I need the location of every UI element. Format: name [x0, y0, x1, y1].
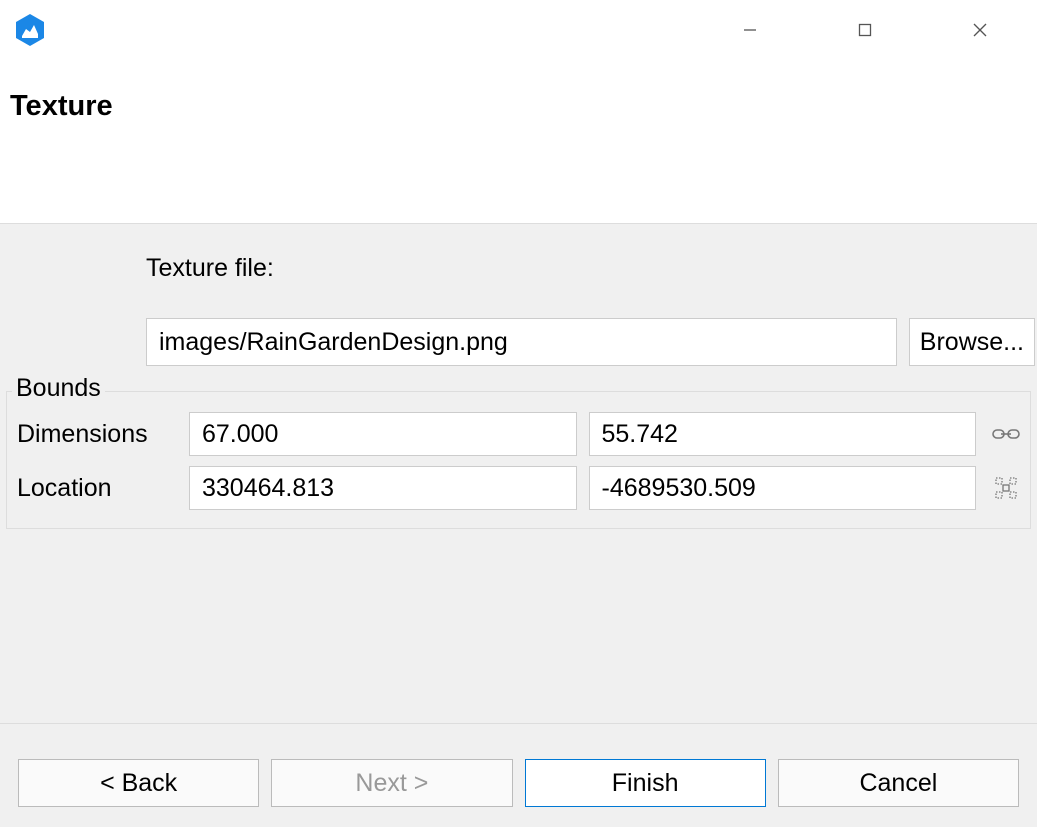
close-button[interactable]	[922, 0, 1037, 60]
location-label: Location	[17, 474, 177, 503]
maximize-button[interactable]	[807, 0, 922, 60]
page-title: Texture	[10, 90, 1027, 123]
back-button[interactable]: < Back	[18, 759, 259, 807]
dimensions-height-input[interactable]	[589, 412, 977, 456]
window-controls	[692, 0, 1037, 60]
location-x-input[interactable]	[189, 466, 577, 510]
location-y-input[interactable]	[589, 466, 977, 510]
dimensions-width-input[interactable]	[189, 412, 577, 456]
next-button: Next >	[271, 759, 512, 807]
content-area: Texture file: Browse... Bounds Dimension…	[0, 224, 1037, 723]
titlebar	[0, 0, 1037, 60]
link-dimensions-button[interactable]	[988, 416, 1024, 452]
bounds-fieldset: Bounds Dimensions Lo	[6, 391, 1031, 529]
footer-buttons: < Back Next > Finish Cancel	[0, 724, 1037, 827]
minimize-button[interactable]	[692, 0, 807, 60]
finish-button[interactable]: Finish	[525, 759, 766, 807]
browse-button[interactable]: Browse...	[909, 318, 1035, 366]
header-section: Texture	[0, 60, 1037, 223]
texture-file-input[interactable]	[146, 318, 897, 366]
dimensions-label: Dimensions	[17, 420, 177, 449]
texture-file-label: Texture file:	[146, 254, 1037, 283]
cancel-button[interactable]: Cancel	[778, 759, 1019, 807]
bounds-legend: Bounds	[12, 374, 105, 403]
app-icon	[12, 12, 48, 48]
center-location-button[interactable]	[988, 470, 1024, 506]
